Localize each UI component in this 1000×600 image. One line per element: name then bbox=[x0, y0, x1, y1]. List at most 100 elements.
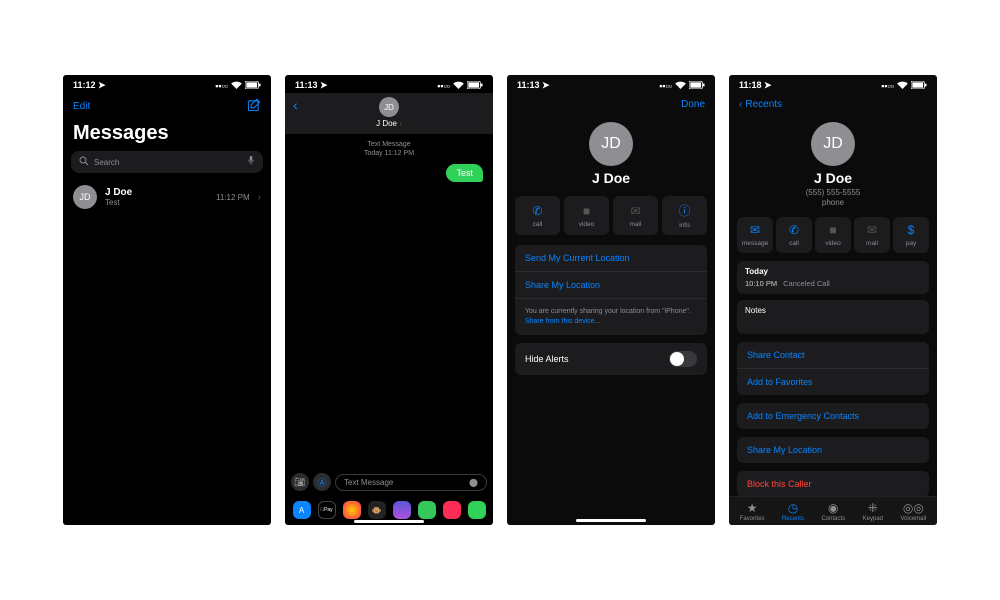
battery-icon bbox=[911, 81, 927, 91]
share-location-button[interactable]: Share My Location bbox=[737, 437, 929, 463]
home-indicator[interactable] bbox=[354, 520, 424, 523]
status-bar: 11:12 ➤ ▪▪▫▫ bbox=[63, 75, 271, 93]
thread-time: 11:12 PM bbox=[216, 193, 250, 202]
contact-name: J Doe bbox=[729, 170, 937, 186]
tab-recents[interactable]: ◷Recents bbox=[782, 502, 804, 522]
thread-row[interactable]: JD J Doe Test 11:12 PM › bbox=[63, 179, 271, 215]
app-drawer: A Pay 🐵 bbox=[285, 501, 493, 519]
appstore-icon: Ⓐ bbox=[317, 476, 326, 489]
block-caller-button[interactable]: Block this Caller bbox=[737, 471, 929, 497]
compose-icon[interactable] bbox=[247, 98, 261, 115]
thread-name: J Doe bbox=[105, 187, 208, 198]
signal-icon: ▪▪▫▫ bbox=[881, 81, 894, 91]
contact-name[interactable]: J Doe › bbox=[293, 119, 485, 128]
location-icon: ➤ bbox=[98, 80, 106, 90]
tab-voicemail[interactable]: ◎◎Voicemail bbox=[901, 502, 927, 522]
status-bar: 11:13 ➤ ▪▪▫▫ bbox=[285, 75, 493, 93]
pay-icon: $ bbox=[908, 223, 915, 237]
mail-button[interactable]: ✉mail bbox=[613, 196, 658, 235]
video-icon: ■ bbox=[583, 204, 590, 218]
screen-conversation: 11:13 ➤ ▪▪▫▫ ‹ JD J Doe › Text Message T… bbox=[285, 75, 493, 525]
add-favorites-button[interactable]: Add to Favorites bbox=[737, 369, 929, 395]
chevron-right-icon: › bbox=[258, 192, 261, 203]
camera-button[interactable]: 📷︎ bbox=[291, 473, 309, 491]
notes-field[interactable]: Notes bbox=[737, 300, 929, 334]
battery-icon bbox=[689, 81, 705, 91]
wifi-icon bbox=[231, 81, 242, 91]
search-input[interactable]: Search bbox=[71, 151, 263, 173]
avatar: JD bbox=[73, 185, 97, 209]
message-meta: Text Message Today 11:12 PM bbox=[285, 140, 493, 158]
pay-button[interactable]: $pay bbox=[893, 217, 929, 253]
edit-button[interactable]: Edit bbox=[73, 101, 90, 112]
mail-icon: ✉ bbox=[630, 204, 640, 218]
call-button[interactable]: ✆call bbox=[515, 196, 560, 235]
add-emergency-button[interactable]: Add to Emergency Contacts bbox=[737, 403, 929, 429]
camera-icon: 📷︎ bbox=[294, 477, 305, 488]
signal-icon: ▪▪▫▫ bbox=[215, 81, 228, 91]
hide-alerts-row: Hide Alerts bbox=[515, 343, 707, 375]
message-input[interactable]: Text Message ⬤ bbox=[335, 474, 487, 491]
app-photos[interactable] bbox=[343, 501, 361, 519]
location-icon: ➤ bbox=[542, 80, 550, 90]
app-applepay[interactable]: Pay bbox=[318, 501, 336, 519]
hide-alerts-toggle[interactable] bbox=[669, 351, 697, 367]
avatar: JD bbox=[811, 122, 855, 166]
share-from-device-link[interactable]: Share from this device... bbox=[525, 318, 600, 325]
app-digital-touch[interactable] bbox=[468, 501, 486, 519]
page-title: Messages bbox=[63, 120, 271, 151]
status-time: 11:18 ➤ bbox=[739, 80, 772, 91]
tab-favorites[interactable]: ★Favorites bbox=[740, 502, 765, 522]
record-audio-icon[interactable]: ⬤ bbox=[469, 478, 478, 487]
appstore-button[interactable]: Ⓐ bbox=[313, 473, 331, 491]
app-animoji[interactable]: 🐵 bbox=[368, 501, 386, 519]
app-music[interactable] bbox=[443, 501, 461, 519]
tab-keypad[interactable]: ⁜Keypad bbox=[863, 502, 883, 522]
done-button[interactable]: Done bbox=[681, 99, 705, 110]
screen-recents-contact: 11:18 ➤ ▪▪▫▫ ‹Recents JD J Doe (555) 555… bbox=[729, 75, 937, 525]
app-store[interactable]: A bbox=[293, 501, 311, 519]
call-button[interactable]: ✆call bbox=[776, 217, 812, 253]
video-button[interactable]: ■video bbox=[815, 217, 851, 253]
app-memoji[interactable] bbox=[393, 501, 411, 519]
wifi-icon bbox=[453, 81, 464, 91]
thread-preview: Test bbox=[105, 198, 208, 207]
search-icon bbox=[79, 156, 89, 168]
wifi-icon bbox=[897, 81, 908, 91]
chevron-left-icon: ‹ bbox=[739, 99, 742, 110]
back-button[interactable]: ‹Recents bbox=[729, 93, 937, 116]
mail-icon: ✉ bbox=[867, 223, 877, 237]
keypad-icon: ⁜ bbox=[868, 502, 878, 514]
signal-icon: ▪▪▫▫ bbox=[437, 81, 450, 91]
share-contact-button[interactable]: Share Contact bbox=[737, 342, 929, 369]
tab-bar: ★Favorites ◷Recents ◉Contacts ⁜Keypad ◎◎… bbox=[729, 496, 937, 525]
video-button[interactable]: ■video bbox=[564, 196, 609, 235]
dictate-icon[interactable] bbox=[247, 156, 255, 168]
star-icon: ★ bbox=[747, 502, 758, 514]
tab-contacts[interactable]: ◉Contacts bbox=[821, 502, 845, 522]
voicemail-icon: ◎◎ bbox=[903, 502, 924, 514]
message-icon: ✉ bbox=[750, 223, 760, 237]
send-location-button[interactable]: Send My Current Location bbox=[515, 245, 707, 272]
app-fitness[interactable] bbox=[418, 501, 436, 519]
info-button[interactable]: ⓘinfo bbox=[662, 196, 707, 235]
contact-phone: (555) 555-5555 phone bbox=[729, 188, 937, 209]
avatar: JD bbox=[589, 122, 633, 166]
home-indicator[interactable] bbox=[576, 519, 646, 522]
action-buttons: ✆call ■video ✉mail ⓘinfo bbox=[507, 196, 715, 235]
call-log: Today 10:10 PMCanceled Call bbox=[737, 261, 929, 294]
avatar[interactable]: JD bbox=[379, 97, 399, 117]
status-bar: 11:13 ➤ ▪▪▫▫ bbox=[507, 75, 715, 93]
share-location-button[interactable]: Share My Location bbox=[515, 272, 707, 299]
message-button[interactable]: ✉message bbox=[737, 217, 773, 253]
action-buttons: ✉message ✆call ■video ✉mail $pay bbox=[729, 217, 937, 253]
wifi-icon bbox=[675, 81, 686, 91]
phone-icon: ✆ bbox=[532, 204, 542, 218]
battery-icon bbox=[245, 81, 261, 91]
back-button[interactable]: ‹ bbox=[293, 97, 298, 113]
sent-message-bubble[interactable]: Test bbox=[446, 164, 483, 182]
contact-name: J Doe bbox=[507, 170, 715, 186]
screen-contact-details: 11:13 ➤ ▪▪▫▫ Done JD J Doe ✆call ■video … bbox=[507, 75, 715, 525]
battery-icon bbox=[467, 81, 483, 91]
mail-button[interactable]: ✉mail bbox=[854, 217, 890, 253]
